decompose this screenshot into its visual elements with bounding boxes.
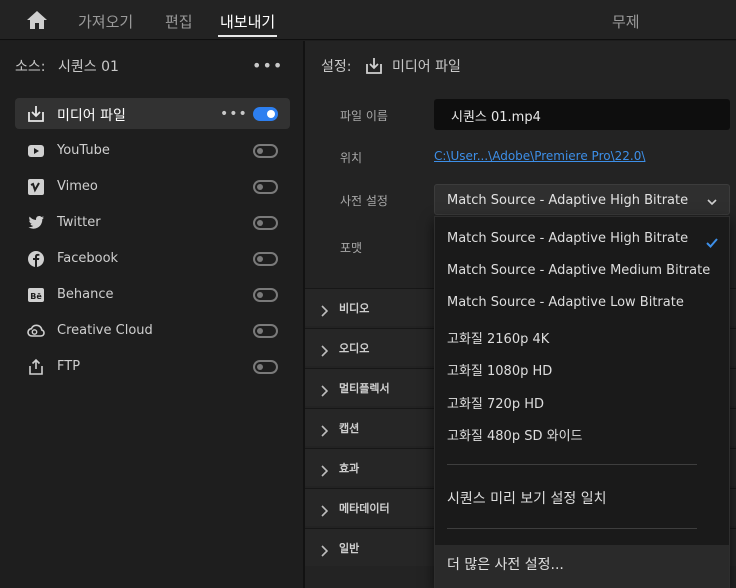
settings-label: 설정: xyxy=(321,59,352,75)
destination-media-file[interactable]: 미디어 파일 ••• xyxy=(15,98,290,129)
section-label: 멀티플렉서 xyxy=(339,382,390,395)
format-label: 포맷 xyxy=(340,241,363,255)
destination-toggle[interactable] xyxy=(253,144,278,158)
match-sequence-option[interactable]: 시퀀스 미리 보기 설정 일치 xyxy=(447,488,606,508)
facebook-icon xyxy=(27,250,45,268)
tab-edit[interactable]: 편집 xyxy=(165,11,193,32)
preset-label: 사전 설정 xyxy=(340,194,388,208)
preset-select[interactable]: Match Source - Adaptive High Bitrate xyxy=(434,184,730,215)
destination-behance[interactable]: Bē Behance xyxy=(15,279,290,310)
section-label: 효과 xyxy=(339,462,360,475)
filename-input[interactable]: 시퀀스 01.mp4 xyxy=(434,99,730,130)
chevron-right-icon xyxy=(321,302,329,317)
preset-option[interactable]: Match Source - Adaptive High Bitrate xyxy=(447,231,688,246)
destination-creative-cloud[interactable]: Creative Cloud xyxy=(15,315,290,346)
tab-import[interactable]: 가져오기 xyxy=(78,11,133,32)
chevron-down-icon xyxy=(707,195,717,206)
preset-select-value: Match Source - Adaptive High Bitrate xyxy=(447,193,689,208)
destination-label: Creative Cloud xyxy=(57,323,153,338)
source-label: 소스: xyxy=(15,59,46,75)
source-value: 시퀀스 01 xyxy=(58,59,119,75)
section-label: 메타데이터 xyxy=(339,502,390,515)
destination-toggle[interactable] xyxy=(253,252,278,266)
destination-label: 미디어 파일 xyxy=(57,108,126,124)
destination-vimeo[interactable]: Vimeo xyxy=(15,171,290,202)
destination-ftp[interactable]: FTP xyxy=(15,351,290,382)
destination-toggle[interactable] xyxy=(253,288,278,302)
destination-toggle[interactable] xyxy=(253,360,278,374)
chevron-right-icon xyxy=(321,462,329,477)
chevron-right-icon xyxy=(321,422,329,437)
preset-option[interactable]: 고화질 2160p 4K xyxy=(447,328,549,347)
tab-export[interactable]: 내보내기 xyxy=(217,11,278,37)
destination-twitter[interactable]: Twitter xyxy=(15,207,290,238)
preset-option[interactable]: Match Source - Adaptive Low Bitrate xyxy=(447,295,684,310)
checkmark-icon xyxy=(705,234,719,248)
filename-label: 파일 이름 xyxy=(340,109,388,123)
preset-dropdown-menu: Match Source - Adaptive High Bitrate Mat… xyxy=(434,216,730,588)
section-label: 일반 xyxy=(339,542,360,555)
destination-label: Vimeo xyxy=(57,179,98,194)
destination-label: Behance xyxy=(57,287,114,302)
preset-option[interactable]: Match Source - Adaptive Medium Bitrate xyxy=(447,263,710,278)
destination-youtube[interactable]: YouTube xyxy=(15,135,290,166)
destination-toggle[interactable] xyxy=(253,107,278,121)
destination-toggle[interactable] xyxy=(253,324,278,338)
section-label: 비디오 xyxy=(339,302,370,315)
top-bar: 가져오기 편집 내보내기 무제 xyxy=(0,0,736,40)
menu-separator xyxy=(447,464,697,465)
section-label: 캡션 xyxy=(339,422,360,435)
more-presets-label: 더 많은 사전 설정... xyxy=(447,557,564,573)
ftp-upload-icon xyxy=(27,358,45,376)
destination-label: YouTube xyxy=(57,143,110,158)
chevron-right-icon xyxy=(321,342,329,357)
destination-facebook[interactable]: Facebook xyxy=(15,243,290,274)
destination-toggle[interactable] xyxy=(253,180,278,194)
preset-option[interactable]: 고화질 480p SD 와이드 xyxy=(447,425,582,444)
chevron-right-icon xyxy=(321,382,329,397)
behance-icon: Bē xyxy=(27,286,45,304)
more-presets-option[interactable]: 더 많은 사전 설정... xyxy=(435,545,729,588)
home-icon[interactable] xyxy=(26,10,48,30)
section-label: 오디오 xyxy=(339,342,370,355)
destination-label: FTP xyxy=(57,359,81,374)
svg-text:Bē: Bē xyxy=(30,292,42,301)
twitter-icon xyxy=(27,214,45,232)
chevron-right-icon xyxy=(321,502,329,517)
menu-separator xyxy=(447,528,697,529)
media-file-export-icon xyxy=(27,105,45,123)
destination-label: Twitter xyxy=(57,215,101,230)
destination-toggle[interactable] xyxy=(253,216,278,230)
source-more-button[interactable]: ••• xyxy=(252,58,283,74)
media-file-export-icon xyxy=(365,57,383,75)
location-label: 위치 xyxy=(340,151,363,165)
destination-label: Facebook xyxy=(57,251,119,266)
settings-destination-value: 미디어 파일 xyxy=(392,59,461,75)
vimeo-icon xyxy=(27,178,45,196)
creative-cloud-icon xyxy=(27,322,45,340)
preset-option[interactable]: 고화질 1080p HD xyxy=(447,360,552,379)
document-title: 무제 xyxy=(612,13,640,31)
destination-more-button[interactable]: ••• xyxy=(220,106,248,122)
youtube-icon xyxy=(27,142,45,160)
location-link[interactable]: C:\User...\Adobe\Premiere Pro\22.0\ xyxy=(434,149,645,163)
preset-option[interactable]: 고화질 720p HD xyxy=(447,393,544,412)
destinations-panel: 소스: 시퀀스 01 ••• 미디어 파일 ••• YouTube Vimeo … xyxy=(0,41,303,588)
chevron-right-icon xyxy=(321,542,329,557)
